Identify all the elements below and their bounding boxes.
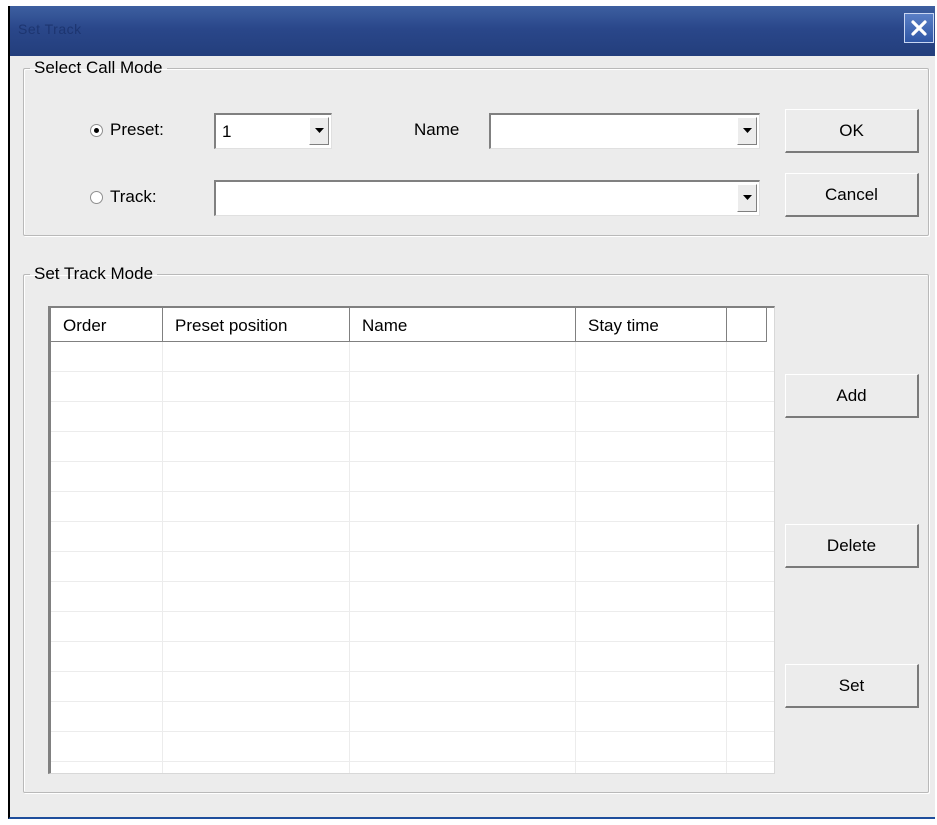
table-row — [51, 342, 774, 372]
track-select[interactable] — [214, 180, 760, 216]
ok-button[interactable]: OK — [785, 109, 919, 153]
preset-label: Preset: — [110, 120, 164, 139]
table-row — [51, 582, 774, 612]
set-track-dialog: Set Track Select Call Mode Preset: 1 Nam… — [8, 6, 935, 819]
table-row — [51, 372, 774, 402]
preset-value: 1 — [222, 122, 232, 141]
column-header-extra[interactable] — [727, 308, 767, 342]
table-row — [51, 522, 774, 552]
track-list-header: Order Preset position Name Stay time — [51, 308, 774, 342]
preset-dropdown-button[interactable] — [309, 117, 329, 145]
preset-radio[interactable] — [90, 124, 103, 137]
table-row — [51, 612, 774, 642]
cancel-button[interactable]: Cancel — [785, 173, 919, 217]
set-button[interactable]: Set — [785, 664, 919, 708]
track-radio[interactable] — [90, 191, 103, 204]
track-list[interactable]: Order Preset position Name Stay time — [48, 306, 775, 774]
table-row — [51, 672, 774, 702]
close-icon — [911, 20, 927, 36]
chevron-down-icon — [314, 128, 324, 133]
track-dropdown-button[interactable] — [737, 184, 757, 212]
table-row — [51, 702, 774, 732]
close-button[interactable] — [904, 13, 934, 43]
table-row — [51, 552, 774, 582]
column-header-stay-time[interactable]: Stay time — [576, 308, 727, 342]
set-track-mode-legend: Set Track Mode — [34, 264, 154, 283]
column-header-order[interactable]: Order — [51, 308, 163, 342]
select-call-mode-legend: Select Call Mode — [34, 58, 163, 77]
delete-button[interactable]: Delete — [785, 524, 919, 568]
title-bar[interactable]: Set Track — [10, 6, 935, 56]
column-header-preset-position[interactable]: Preset position — [163, 308, 350, 342]
table-row — [51, 462, 774, 492]
column-header-name[interactable]: Name — [350, 308, 576, 342]
name-select[interactable] — [489, 113, 760, 149]
table-row — [51, 402, 774, 432]
track-label: Track: — [110, 187, 157, 206]
window-title: Set Track — [18, 21, 82, 37]
name-label: Name — [414, 120, 460, 139]
table-row — [51, 732, 774, 762]
table-row — [51, 432, 774, 462]
table-row — [51, 642, 774, 672]
chevron-down-icon — [742, 128, 752, 133]
name-dropdown-button[interactable] — [737, 117, 757, 145]
preset-select[interactable]: 1 — [214, 113, 332, 149]
chevron-down-icon — [742, 195, 752, 200]
add-button[interactable]: Add — [785, 374, 919, 418]
table-row — [51, 492, 774, 522]
